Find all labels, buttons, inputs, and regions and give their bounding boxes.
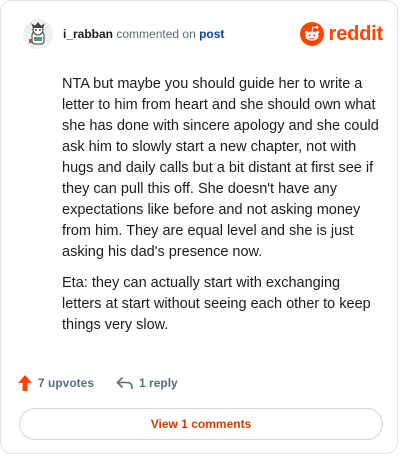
reddit-logo-icon [299, 22, 324, 46]
post-link[interactable]: post [199, 27, 224, 41]
upvote-count: 7 upvotes [38, 376, 95, 390]
view-comments-button[interactable]: View 1 comments [19, 408, 383, 440]
avatar[interactable] [23, 19, 53, 49]
upvote-arrow-icon [18, 375, 32, 391]
comment-actions: 7 upvotes 1 reply [17, 373, 200, 393]
comment-body: NTA but maybe you should guide her to wr… [62, 74, 382, 346]
upvote-button[interactable]: 7 upvotes [17, 374, 94, 392]
comment-paragraph: NTA but maybe you should guide her to wr… [62, 76, 379, 260]
reddit-logo[interactable]: reddit [299, 21, 384, 47]
reply-count: 1 reply [139, 376, 178, 390]
comment-card: i_rabban commented on post reddit NTA bu… [0, 0, 398, 454]
byline-action-text: commented on [116, 27, 196, 41]
comment-paragraph: Eta: they can actually start with exchan… [62, 275, 371, 333]
username-link[interactable]: i_rabban [63, 27, 113, 41]
reddit-wordmark: reddit [328, 22, 384, 45]
byline: i_rabban commented on post [63, 26, 224, 42]
reply-arrow-icon [116, 377, 133, 390]
comment-header: i_rabban commented on post reddit [23, 19, 383, 49]
reply-button[interactable]: 1 reply [116, 376, 178, 390]
avatar-icon [23, 19, 53, 49]
